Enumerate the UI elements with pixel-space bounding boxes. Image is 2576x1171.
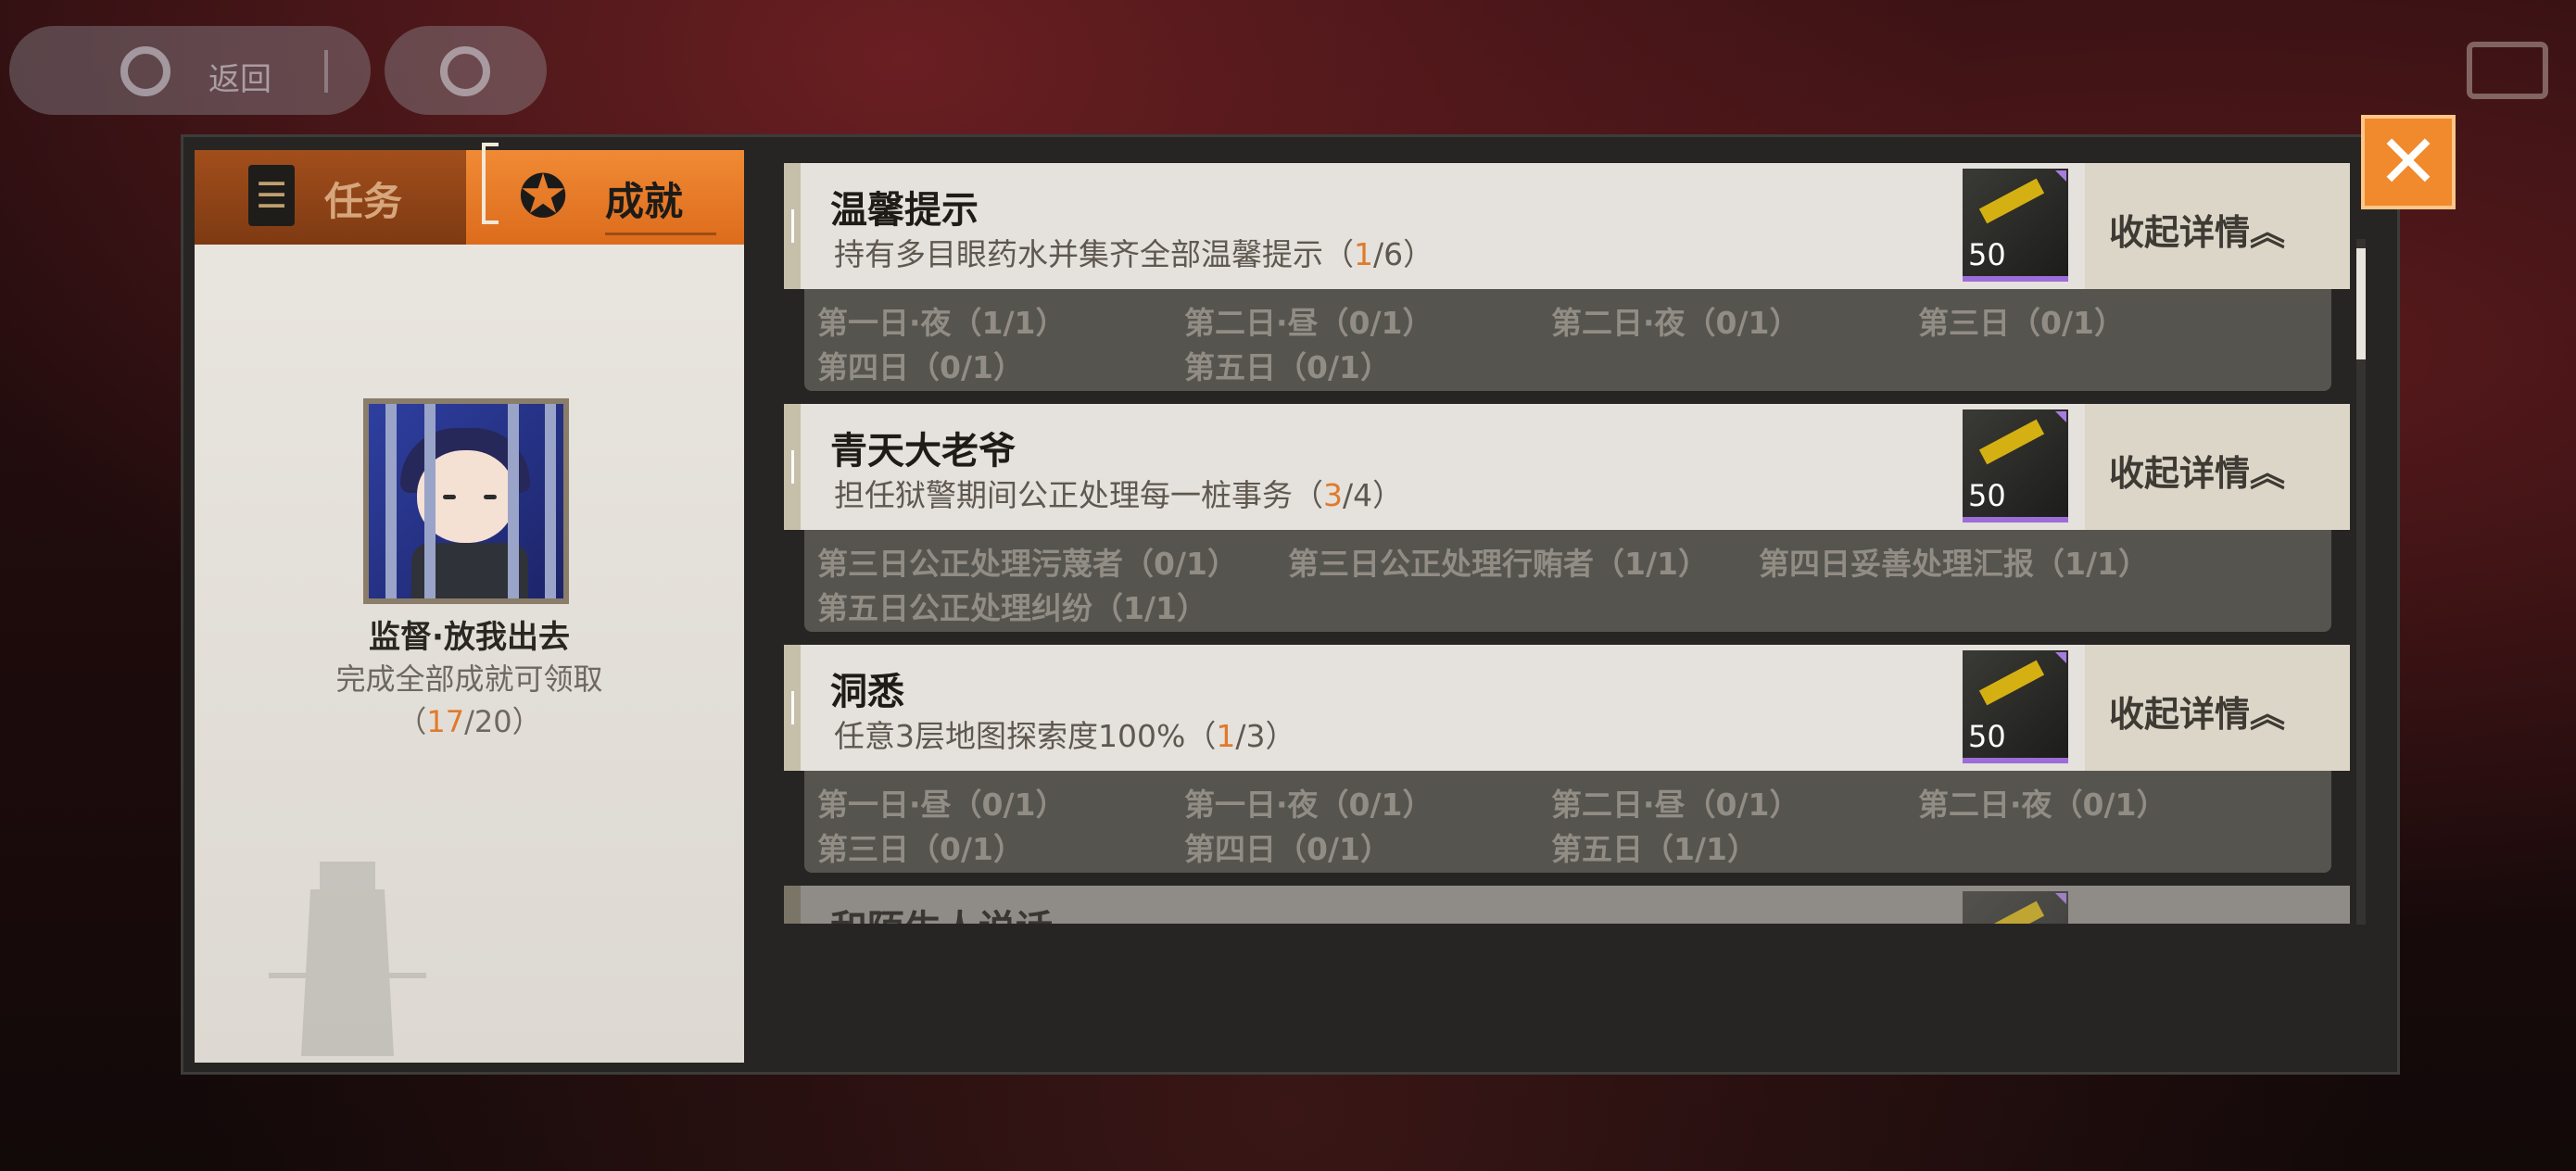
detail-item: 第二日·夜（0/1）: [1551, 305, 1800, 341]
tab-bar: ☰ 任务 ✪ 成就: [195, 143, 744, 245]
detail-item: 第二日·昼（0/1）: [1184, 305, 1433, 341]
reward-avatar[interactable]: [363, 398, 569, 604]
achievement-title: 青天大老爷: [830, 430, 1016, 472]
achievement-details: 第一日·昼（0/1） 第一日·夜（0/1） 第二日·昼（0/1） 第二日·夜（0…: [804, 771, 2331, 873]
achievement-header: 青天大老爷 担任狱警期间公正处理每一桩事务（3/4） 50 收起详情︽: [784, 404, 2350, 530]
reward-progress: （17/20）: [397, 704, 542, 739]
tab-selected-marker: [482, 143, 499, 224]
detail-item: 第三日公正处理行贿者（1/1）: [1288, 546, 1709, 582]
detail-item: 第二日·昼（0/1）: [1551, 787, 1800, 823]
close-icon: ✕: [2377, 119, 2440, 205]
screen-icon[interactable]: [2467, 42, 2548, 99]
collapse-details-button[interactable]: 收起详情︽: [2085, 645, 2350, 771]
detail-item: 第五日（1/1）: [1551, 831, 1758, 867]
detail-item: 第三日（0/1）: [1918, 305, 2125, 341]
achievement-title: 温馨提示: [830, 189, 979, 232]
achievement-description: 持有多目眼药水并集齐全部温馨提示（1/6）: [834, 236, 1434, 272]
detail-item: 第一日·昼（0/1）: [817, 787, 1067, 823]
collapse-details-button[interactable]: 收起详情︽: [2085, 404, 2350, 530]
refresh-button[interactable]: [385, 26, 547, 115]
achievement-details: 第三日公正处理污蔑者（0/1） 第三日公正处理行贿者（1/1） 第四日妥善处理汇…: [804, 530, 2331, 632]
refresh-icon: [440, 46, 490, 96]
tab-achievements-label: 成就: [605, 179, 684, 224]
detail-item: 第五日公正处理纠纷（1/1）: [817, 590, 1207, 626]
reward-token-icon: 50: [1963, 409, 2068, 523]
back-label: 返回: [208, 61, 271, 98]
badge-icon: ✪: [518, 163, 568, 232]
document-icon: ☰: [248, 165, 295, 226]
detail-item: 第一日·夜（0/1）: [1184, 787, 1433, 823]
reward-token-count: 50: [1968, 719, 2006, 754]
achievement-header: 洞悉 任意3层地图探索度100%（1/3） 50 收起详情︽: [784, 645, 2350, 771]
detail-item: 第四日（0/1）: [1184, 831, 1391, 867]
detail-item: 第二日·夜（0/1）: [1918, 787, 2167, 823]
achievement-title: 洞悉: [830, 671, 904, 713]
reward-token-count: 50: [1968, 237, 2006, 272]
achievement-title: 和陌生人说话: [830, 899, 1053, 924]
achievement-description: 担任狱警期间公正处理每一桩事务（3/4）: [834, 477, 1404, 513]
tab-tasks[interactable]: ☰ 任务: [195, 150, 466, 245]
scrollbar[interactable]: [2356, 239, 2366, 925]
reward-token-icon: 50: [1963, 650, 2068, 763]
tab-achievements[interactable]: ✪ 成就: [466, 143, 744, 245]
back-icon: [120, 46, 170, 96]
separator: [324, 50, 328, 93]
reward-token-count: 50: [1968, 478, 2006, 513]
reward-illustration: [369, 404, 563, 598]
reward-description: 完成全部成就可领取: [335, 661, 603, 697]
tab-tasks-label: 任务: [324, 179, 403, 224]
tab-underline: [605, 233, 716, 235]
collapse-details-button[interactable]: 收起详情︽: [2085, 163, 2350, 289]
achievement-details: 第一日·夜（1/1） 第二日·昼（0/1） 第二日·夜（0/1） 第三日（0/1…: [804, 289, 2331, 391]
achievement-header: 温馨提示 持有多目眼药水并集齐全部温馨提示（1/6） 50 收起详情︽: [784, 163, 2350, 289]
detail-item: 第一日·夜（1/1）: [817, 305, 1067, 341]
detail-item: 第三日（0/1）: [817, 831, 1024, 867]
detail-item: 第四日（0/1）: [817, 349, 1024, 385]
scrollbar-thumb[interactable]: [2356, 248, 2366, 359]
reward-token-icon: 50: [1963, 891, 2068, 924]
detail-item: 第四日妥善处理汇报（1/1）: [1759, 546, 2149, 582]
achievement-description: 任意3层地图探索度100%（1/3）: [834, 718, 1296, 754]
detail-item: 第三日公正处理污蔑者（0/1）: [817, 546, 1238, 582]
achievement-list[interactable]: 温馨提示 持有多目眼药水并集齐全部温馨提示（1/6） 50 收起详情︽ 第一日·…: [777, 150, 2356, 924]
back-button[interactable]: 返回: [9, 26, 371, 115]
reward-token-icon: 50: [1963, 169, 2068, 282]
detail-item: 第五日（0/1）: [1184, 349, 1391, 385]
reward-title: 监督·放我出去: [369, 619, 570, 656]
lighthouse-watermark: [269, 862, 426, 1056]
close-button[interactable]: ✕: [2361, 115, 2456, 209]
achievement-header: 和陌生人说话 50: [784, 886, 2350, 924]
